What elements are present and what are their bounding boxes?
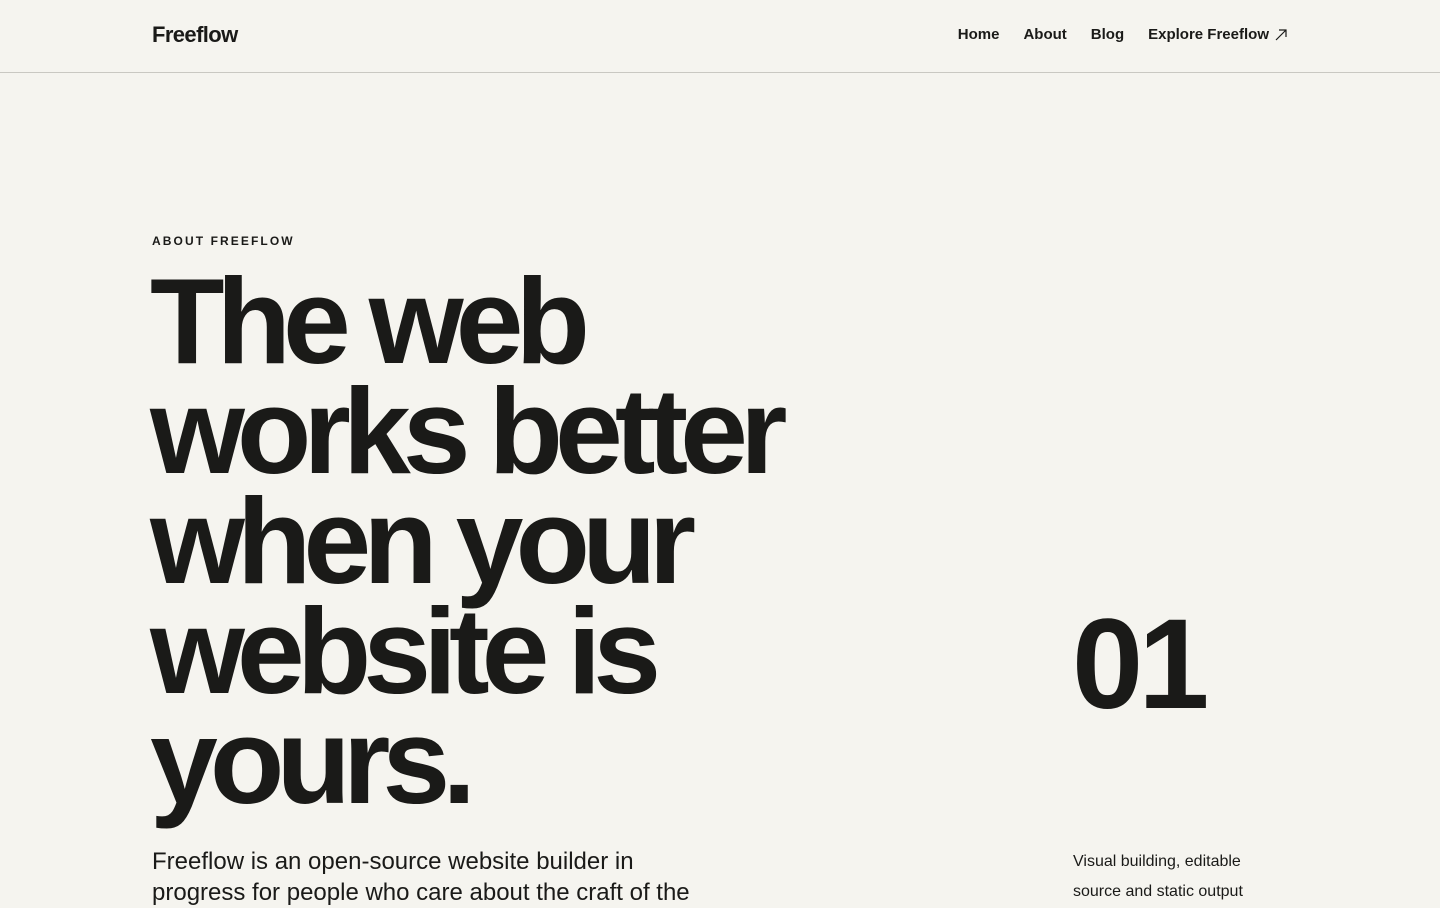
hero-headline: The web works better when your website i… (150, 253, 787, 829)
arrow-up-right-icon (1275, 28, 1287, 40)
logo-link[interactable]: Freeflow (152, 22, 238, 48)
hero-intro: Freeflow is an open-source website build… (152, 848, 690, 906)
section-eyebrow: ABOUT FREEFLOW (152, 234, 295, 248)
site-header: Freeflow Home About Blog Explore Freeflo… (0, 0, 1440, 73)
feature-number: 01 (1072, 593, 1209, 736)
feature-description: Visual building, editable source and sta… (1073, 853, 1243, 900)
nav-blog-link[interactable]: Blog (1091, 26, 1124, 43)
main-nav: Home About Blog Explore Freeflow (958, 26, 1288, 43)
nav-explore-label: Explore Freeflow (1148, 26, 1269, 43)
nav-home-link[interactable]: Home (958, 26, 1000, 43)
nav-about-link[interactable]: About (1023, 26, 1066, 43)
nav-explore-link[interactable]: Explore Freeflow (1148, 26, 1288, 43)
